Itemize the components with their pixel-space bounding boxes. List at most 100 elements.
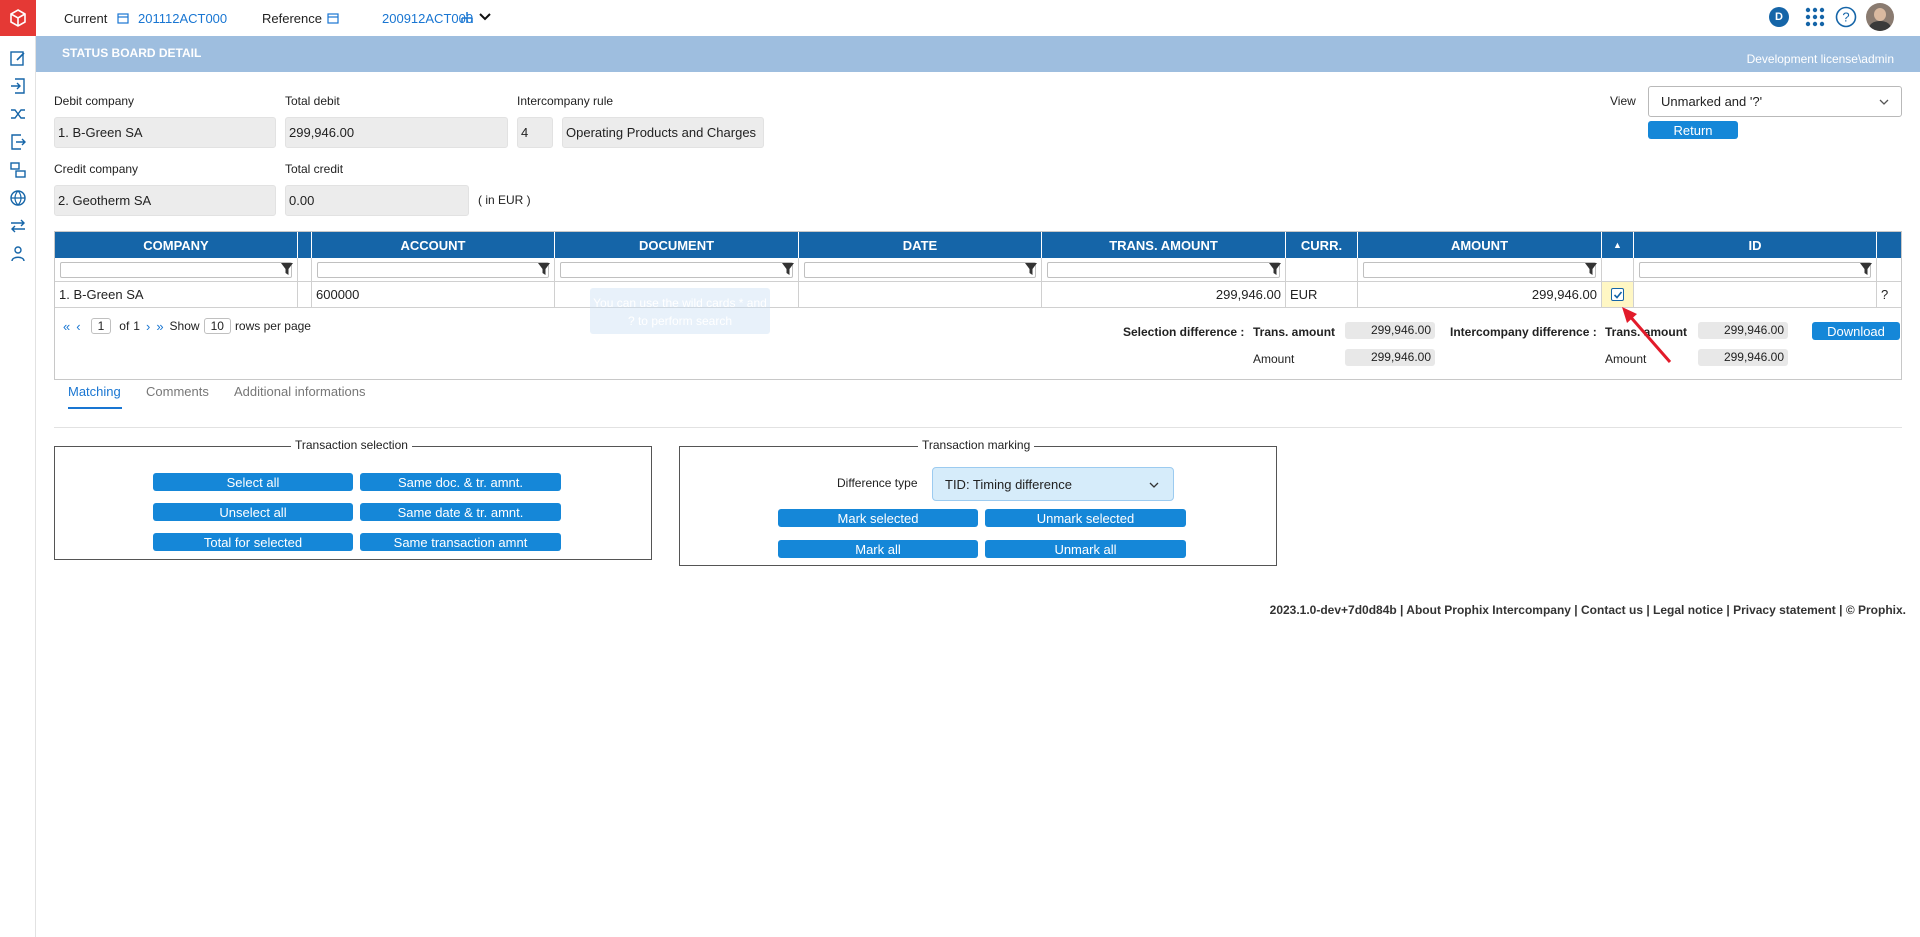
filter-icon[interactable] <box>1860 263 1872 275</box>
row-select-checkbox[interactable] <box>1611 288 1624 301</box>
same-doc-button[interactable]: Same doc. & tr. amnt. <box>360 473 561 491</box>
logout-icon[interactable] <box>8 132 28 152</box>
cell-trans-amount: 299,946.00 <box>1042 282 1286 308</box>
layers-icon[interactable] <box>8 160 28 180</box>
filter-company <box>55 258 298 282</box>
unmark-all-button[interactable]: Unmark all <box>985 540 1186 558</box>
next-page-icon[interactable]: › <box>146 319 150 334</box>
unmark-selected-button[interactable]: Unmark selected <box>985 509 1186 527</box>
last-page-icon[interactable]: » <box>156 319 163 334</box>
tab-matching[interactable]: Matching <box>68 384 121 399</box>
mark-selected-button[interactable]: Mark selected <box>778 509 978 527</box>
unselect-all-button[interactable]: Unselect all <box>153 503 353 521</box>
sidebar <box>0 0 36 937</box>
shuffle-icon[interactable] <box>8 104 28 124</box>
checkmark-icon <box>1613 290 1622 299</box>
difference-type-label: Difference type <box>837 476 918 490</box>
filter-document <box>555 258 799 282</box>
filter-account <box>312 258 555 282</box>
active-tab-indicator <box>68 407 122 409</box>
cell-id <box>1634 282 1877 308</box>
col-header-company[interactable]: COMPANY <box>55 232 298 258</box>
first-page-icon[interactable]: « <box>63 319 70 334</box>
same-transaction-amount-button[interactable]: Same transaction amnt <box>360 533 561 551</box>
wildcard-tooltip: You can use the wild cards * and ? to pe… <box>590 288 770 334</box>
col-header-end <box>1877 232 1901 258</box>
pagination: « ‹ 1 of 1 › » Show 10 rows per page <box>63 318 311 334</box>
total-for-selected-button[interactable]: Total for selected <box>153 533 353 551</box>
filter-icon[interactable] <box>782 263 794 275</box>
app-logo[interactable] <box>0 0 36 36</box>
credit-company-label: Credit company <box>54 162 139 176</box>
cube-logo-icon <box>10 9 26 27</box>
topbar: Current 201112ACT000 Reference 200912ACT… <box>36 0 1920 36</box>
filter-spacer <box>298 258 312 282</box>
filter-company-input[interactable] <box>60 262 292 278</box>
chevron-down-icon <box>1149 482 1159 488</box>
filter-end <box>1877 258 1901 282</box>
col-header-sort[interactable]: ▲ <box>1602 232 1634 258</box>
filter-account-input[interactable] <box>317 262 549 278</box>
filter-amount-input[interactable] <box>1363 262 1596 278</box>
calendar-icon[interactable] <box>327 12 339 24</box>
difference-type-select[interactable]: TID: Timing difference <box>932 467 1174 501</box>
col-header-date[interactable]: DATE <box>799 232 1042 258</box>
same-date-button[interactable]: Same date & tr. amnt. <box>360 503 561 521</box>
transaction-selection-legend: Transaction selection <box>291 438 412 452</box>
filter-icon[interactable] <box>1585 263 1597 275</box>
current-period-link[interactable]: 201112ACT000 <box>138 11 227 26</box>
sel-amount-label: Amount <box>1253 352 1295 366</box>
cell-amount: 299,946.00 <box>1358 282 1602 308</box>
rows-per-page-input[interactable]: 10 <box>203 318 231 334</box>
filter-id-input[interactable] <box>1639 262 1871 278</box>
difference-type-value: TID: Timing difference <box>945 476 1072 492</box>
edit-icon[interactable] <box>8 48 28 68</box>
login-icon[interactable] <box>8 76 28 96</box>
filter-amount <box>1358 258 1602 282</box>
cell-spacer <box>298 282 312 308</box>
ic-rule-number-field: 4 <box>517 117 553 148</box>
ic-rule-label: Intercompany rule <box>517 94 614 108</box>
col-header-document[interactable]: DOCUMENT <box>555 232 799 258</box>
col-header-amount[interactable]: AMOUNT <box>1358 232 1602 258</box>
credit-company-field: 2. Geotherm SA <box>54 185 276 216</box>
globe-icon[interactable] <box>8 188 28 208</box>
exchange-icon[interactable] <box>8 216 28 236</box>
filter-icon[interactable] <box>1269 263 1281 275</box>
mark-all-button[interactable]: Mark all <box>778 540 978 558</box>
filter-sort <box>1602 258 1634 282</box>
hierarchy-dropdown-icon[interactable] <box>460 10 494 26</box>
cell-company: 1. B-Green SA <box>55 282 298 308</box>
apps-grid-icon[interactable] <box>1804 6 1826 28</box>
help-icon[interactable]: ? <box>1835 6 1857 28</box>
filter-trans-amount-input[interactable] <box>1047 262 1280 278</box>
tab-comments[interactable]: Comments <box>146 384 209 399</box>
sel-trans-amount-label: Trans. amount <box>1253 325 1336 339</box>
filter-trans-amount <box>1042 258 1286 282</box>
filter-date-input[interactable] <box>804 262 1036 278</box>
col-header-curr[interactable]: CURR. <box>1286 232 1358 258</box>
filter-icon[interactable] <box>538 263 550 275</box>
show-label: Show <box>169 319 200 333</box>
selection-diff-label: Selection difference : <box>1123 325 1245 339</box>
tab-additional-informations[interactable]: Additional informations <box>234 384 366 399</box>
network-icon[interactable] <box>8 244 28 264</box>
col-header-trans-amount[interactable]: TRANS. AMOUNT <box>1042 232 1286 258</box>
page-input[interactable]: 1 <box>90 318 112 334</box>
filter-icon[interactable] <box>281 263 293 275</box>
filter-document-input[interactable] <box>560 262 793 278</box>
view-select[interactable]: Unmarked and '?' <box>1648 86 1902 117</box>
page-banner: STATUS BOARD DETAIL Development license\… <box>36 36 1920 72</box>
prev-page-icon[interactable]: ‹ <box>76 319 80 334</box>
current-label: Current <box>64 11 108 26</box>
calendar-icon[interactable] <box>117 12 129 24</box>
avatar[interactable] <box>1866 3 1894 31</box>
download-button[interactable]: Download <box>1812 322 1900 340</box>
user-badge[interactable]: D <box>1769 7 1789 27</box>
filter-icon[interactable] <box>1025 263 1037 275</box>
cell-date <box>799 282 1042 308</box>
select-all-button[interactable]: Select all <box>153 473 353 491</box>
col-header-account[interactable]: ACCOUNT <box>312 232 555 258</box>
col-header-id[interactable]: ID <box>1634 232 1877 258</box>
return-button[interactable]: Return <box>1648 121 1738 139</box>
